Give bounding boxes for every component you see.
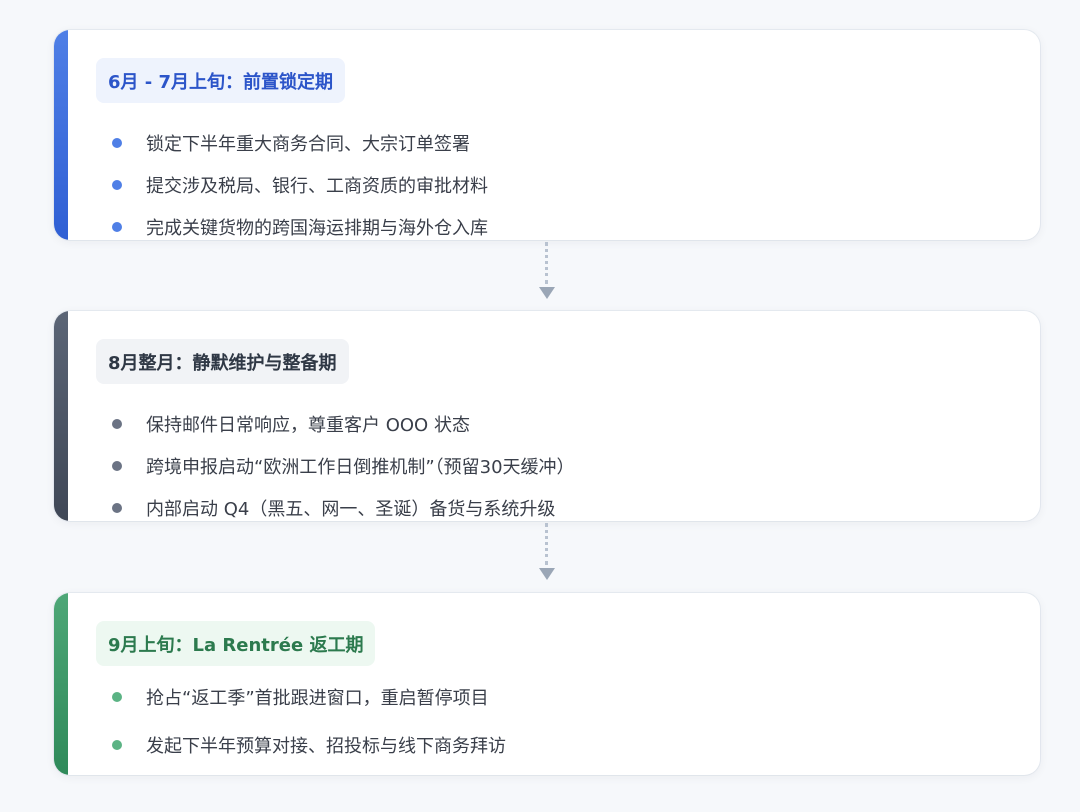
list-item: 保持邮件日常响应，尊重客户 OOO 状态 — [112, 403, 1020, 445]
bullet-dot-icon — [112, 180, 122, 190]
list-item-text: 保持邮件日常响应，尊重客户 OOO 状态 — [146, 415, 470, 436]
phase-accent-bar — [54, 311, 68, 521]
list-item: 跨境申报启动“欧洲工作日倒推机制”（预留30天缓冲） — [112, 445, 1020, 487]
list-item-text: 发起下半年预算对接、招投标与线下商务拜访 — [146, 736, 506, 757]
bullet-dot-icon — [112, 692, 122, 702]
arrow-down-icon — [539, 568, 555, 580]
phase-accent-bar — [54, 30, 68, 240]
bullet-dot-icon — [112, 740, 122, 750]
connector-line — [545, 242, 549, 284]
phase-title: 6月 - 7月上旬：前置锁定期 — [96, 58, 346, 103]
list-item: 发起下半年预算对接、招投标与线下商务拜访 — [112, 733, 1020, 757]
bullet-dot-icon — [112, 503, 122, 513]
list-item: 内部启动 Q4（黑五、网一、圣诞）备货与系统升级 — [112, 487, 1020, 521]
list-item-text: 完成关键货物的跨国海运排期与海外仓入库 — [146, 218, 488, 239]
phase-card-august: 8月整月：静默维护与整备期 保持邮件日常响应，尊重客户 OOO 状态 跨境申报启… — [54, 311, 1040, 521]
phase-title: 9月上旬：La Rentrée 返工期 — [96, 621, 376, 666]
bullet-dot-icon — [112, 222, 122, 232]
list-item-text: 抢占“返工季”首批跟进窗口，重启暂停项目 — [146, 688, 489, 709]
list-item: 锁定下半年重大商务合同、大宗订单签署 — [112, 122, 1020, 164]
phase-title: 8月整月：静默维护与整备期 — [96, 339, 349, 384]
list-item-text: 锁定下半年重大商务合同、大宗订单签署 — [146, 134, 470, 155]
phase-card-september: 9月上旬：La Rentrée 返工期 抢占“返工季”首批跟进窗口，重启暂停项目… — [54, 593, 1040, 775]
phase-accent-bar — [54, 593, 68, 775]
phase-item-list: 抢占“返工季”首批跟进窗口，重启暂停项目 发起下半年预算对接、招投标与线下商务拜… — [112, 685, 1020, 757]
list-item: 抢占“返工季”首批跟进窗口，重启暂停项目 — [112, 685, 1020, 709]
list-item-text: 跨境申报启动“欧洲工作日倒推机制”（预留30天缓冲） — [146, 457, 575, 478]
arrow-down-icon — [539, 287, 555, 299]
phase-item-list: 保持邮件日常响应，尊重客户 OOO 状态 跨境申报启动“欧洲工作日倒推机制”（预… — [112, 403, 1020, 521]
bullet-dot-icon — [112, 461, 122, 471]
bullet-dot-icon — [112, 138, 122, 148]
phase-card-june-july: 6月 - 7月上旬：前置锁定期 锁定下半年重大商务合同、大宗订单签署 提交涉及税… — [54, 30, 1040, 240]
list-item-text: 内部启动 Q4（黑五、网一、圣诞）备货与系统升级 — [146, 499, 556, 520]
list-item: 提交涉及税局、银行、工商资质的审批材料 — [112, 164, 1020, 206]
list-item: 完成关键货物的跨国海运排期与海外仓入库 — [112, 206, 1020, 240]
phase-item-list: 锁定下半年重大商务合同、大宗订单签署 提交涉及税局、银行、工商资质的审批材料 完… — [112, 122, 1020, 240]
list-item-text: 提交涉及税局、银行、工商资质的审批材料 — [146, 176, 488, 197]
bullet-dot-icon — [112, 419, 122, 429]
connector-line — [545, 523, 549, 565]
